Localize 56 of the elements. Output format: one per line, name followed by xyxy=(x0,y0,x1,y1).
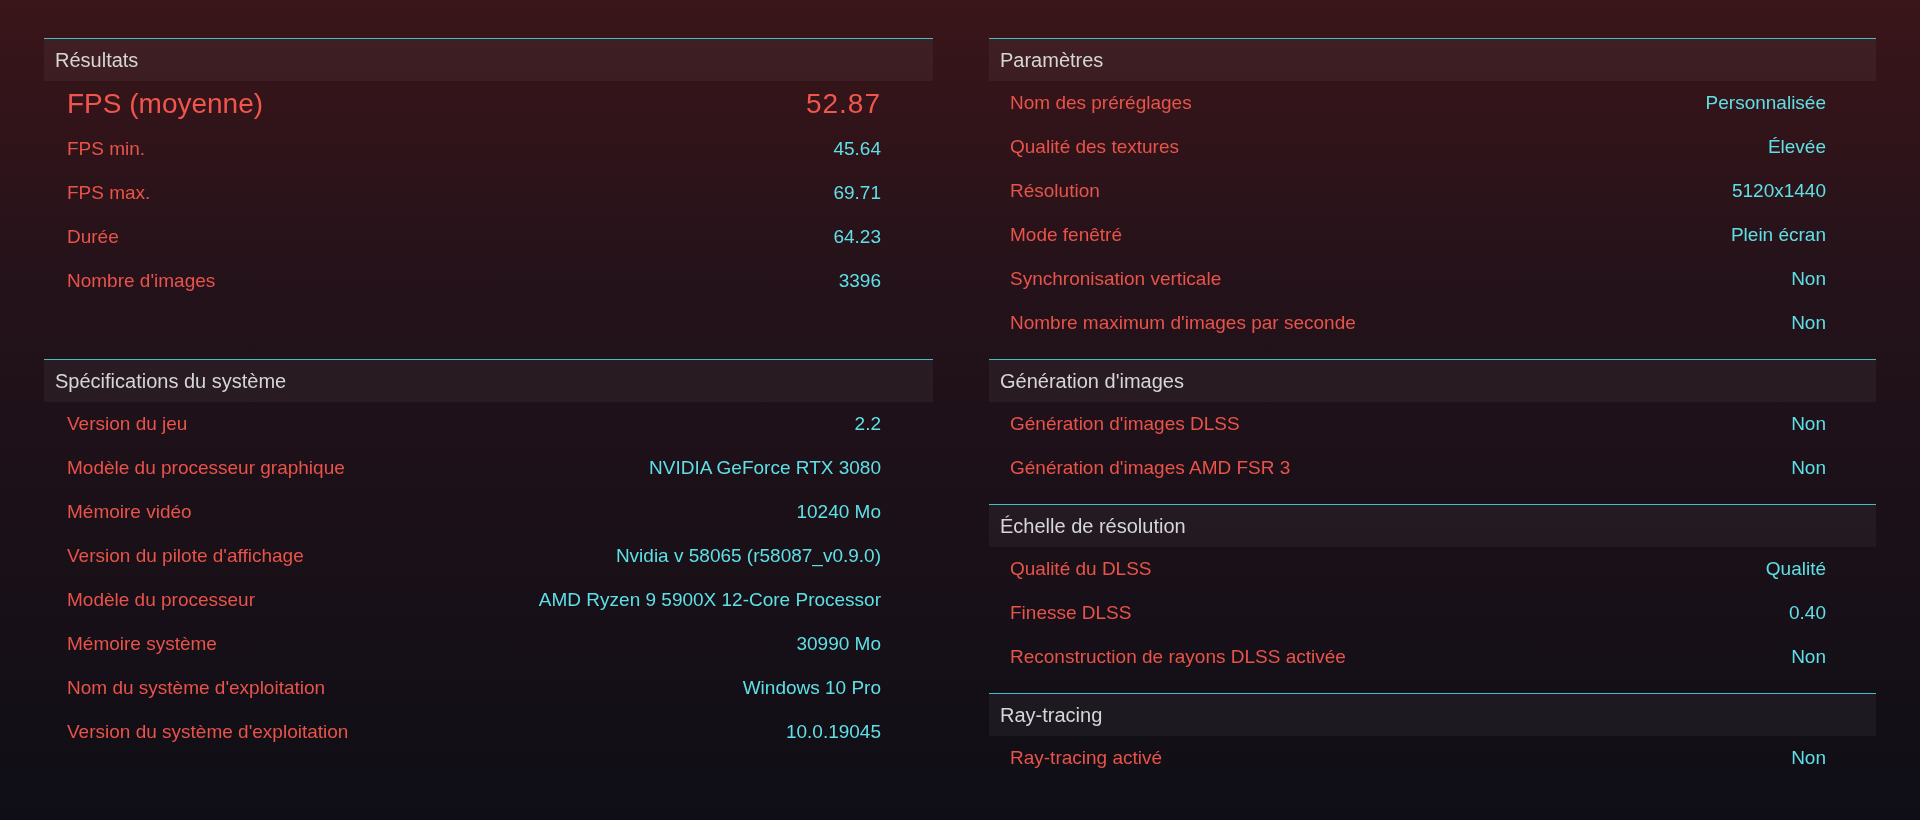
setting-value: Non xyxy=(1791,413,1826,435)
spec-value: AMD Ryzen 9 5900X 12-Core Processor xyxy=(538,589,881,611)
spec-value: Windows 10 Pro xyxy=(742,677,881,699)
spec-label: Modèle du processeur graphique xyxy=(67,457,345,479)
spec-label: Version du jeu xyxy=(67,413,188,435)
spec-value: 10.0.19045 xyxy=(785,721,881,743)
spec-label: Version du système d'exploitation xyxy=(67,721,349,743)
setting-label: Génération d'images AMD FSR 3 xyxy=(1010,457,1291,479)
stat-value: 64.23 xyxy=(833,226,881,248)
section-header: Spécifications du système xyxy=(44,360,933,402)
spec-value: 2.2 xyxy=(854,413,881,435)
setting-value: Non xyxy=(1791,312,1826,334)
setting-value: Élevée xyxy=(1767,136,1826,158)
stat-value: 45.64 xyxy=(833,138,881,160)
setting-label: Nom des préréglages xyxy=(1010,92,1192,114)
section-header: Échelle de résolution xyxy=(989,505,1876,547)
setting-label: Résolution xyxy=(1010,180,1100,202)
setting-value: 5120x1440 xyxy=(1731,180,1826,202)
spec-value: 30990 Mo xyxy=(796,633,881,655)
setting-label: Synchronisation verticale xyxy=(1010,268,1222,290)
setting-value: Non xyxy=(1791,457,1826,479)
section-header: Ray-tracing xyxy=(989,694,1876,736)
spec-label: Nom du système d'exploitation xyxy=(67,677,326,699)
setting-value: Non xyxy=(1791,646,1826,668)
setting-label: Finesse DLSS xyxy=(1010,602,1132,624)
setting-label: Qualité du DLSS xyxy=(1010,558,1152,580)
spec-label: Version du pilote d'affichage xyxy=(67,545,304,567)
setting-label: Mode fenêtré xyxy=(1010,224,1122,246)
stat-label: FPS min. xyxy=(67,138,146,160)
setting-label: Nombre maximum d'images par seconde xyxy=(1010,312,1356,334)
section-header: Paramètres xyxy=(989,39,1876,81)
stat-label: FPS max. xyxy=(67,182,151,204)
setting-value: Personnalisée xyxy=(1705,92,1826,114)
setting-label: Qualité des textures xyxy=(1010,136,1179,158)
spec-label: Mémoire vidéo xyxy=(67,501,192,523)
spec-label: Modèle du processeur xyxy=(67,589,255,611)
spec-value: 10240 Mo xyxy=(796,501,881,523)
setting-label: Génération d'images DLSS xyxy=(1010,413,1240,435)
stat-label: FPS (moyenne) xyxy=(67,88,264,120)
spec-value: NVIDIA GeForce RTX 3080 xyxy=(649,457,881,479)
setting-value: Non xyxy=(1791,268,1826,290)
stat-value: 3396 xyxy=(838,270,881,292)
stat-label: Nombre d'images xyxy=(67,270,216,292)
setting-value: 0.40 xyxy=(1789,602,1826,624)
section-header: Résultats xyxy=(44,39,933,81)
section-header: Génération d'images xyxy=(989,360,1876,402)
spec-value: Nvidia v 58065 (r58087_v0.9.0) xyxy=(615,545,881,567)
setting-value: Qualité xyxy=(1765,558,1826,580)
stat-value: 52.87 xyxy=(805,88,881,120)
setting-value: Plein écran xyxy=(1730,224,1826,246)
setting-label: Reconstruction de rayons DLSS activée xyxy=(1010,646,1346,668)
setting-value: Non xyxy=(1791,747,1826,769)
spec-label: Mémoire système xyxy=(67,633,217,655)
setting-label: Ray-tracing activé xyxy=(1010,747,1163,769)
stat-label: Durée xyxy=(67,226,119,248)
stat-value: 69.71 xyxy=(833,182,881,204)
